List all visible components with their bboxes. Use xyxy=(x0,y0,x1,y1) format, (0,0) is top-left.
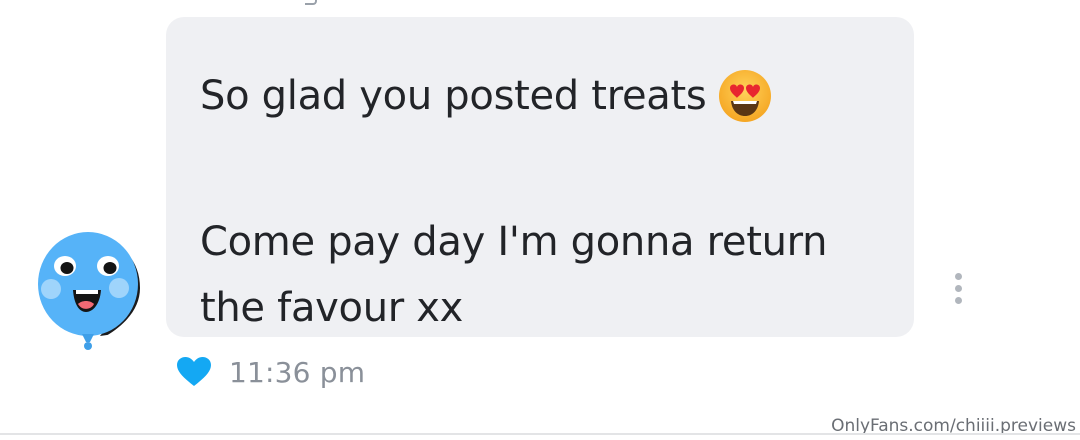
message-text-line-3: the favour xx xyxy=(200,285,464,331)
message-more-options-button[interactable] xyxy=(946,270,970,306)
vertical-dots-icon-dot-2 xyxy=(954,284,962,292)
chat-screen: So glad you posted treats Come pay day I… xyxy=(0,0,1080,440)
message-line-1: So glad you posted treats xyxy=(200,63,884,143)
avatar[interactable] xyxy=(30,228,155,356)
message-text-line-2: Come pay day I'm gonna return xyxy=(200,219,828,265)
message-text-line-1: So glad you posted treats xyxy=(200,73,707,119)
balloon-face-icon xyxy=(38,232,149,350)
vertical-dots-icon-dot-3 xyxy=(954,296,962,304)
heart-eyes-emoji-icon xyxy=(718,69,772,143)
message-bubble[interactable]: So glad you posted treats Come pay day I… xyxy=(166,17,914,337)
message-meta: 11:36 pm xyxy=(176,350,365,394)
previous-message-tail xyxy=(305,0,317,5)
message-timestamp: 11:36 pm xyxy=(229,355,366,389)
vertical-dots-icon xyxy=(954,272,962,280)
heart-icon[interactable] xyxy=(176,356,212,388)
divider xyxy=(0,433,1080,435)
